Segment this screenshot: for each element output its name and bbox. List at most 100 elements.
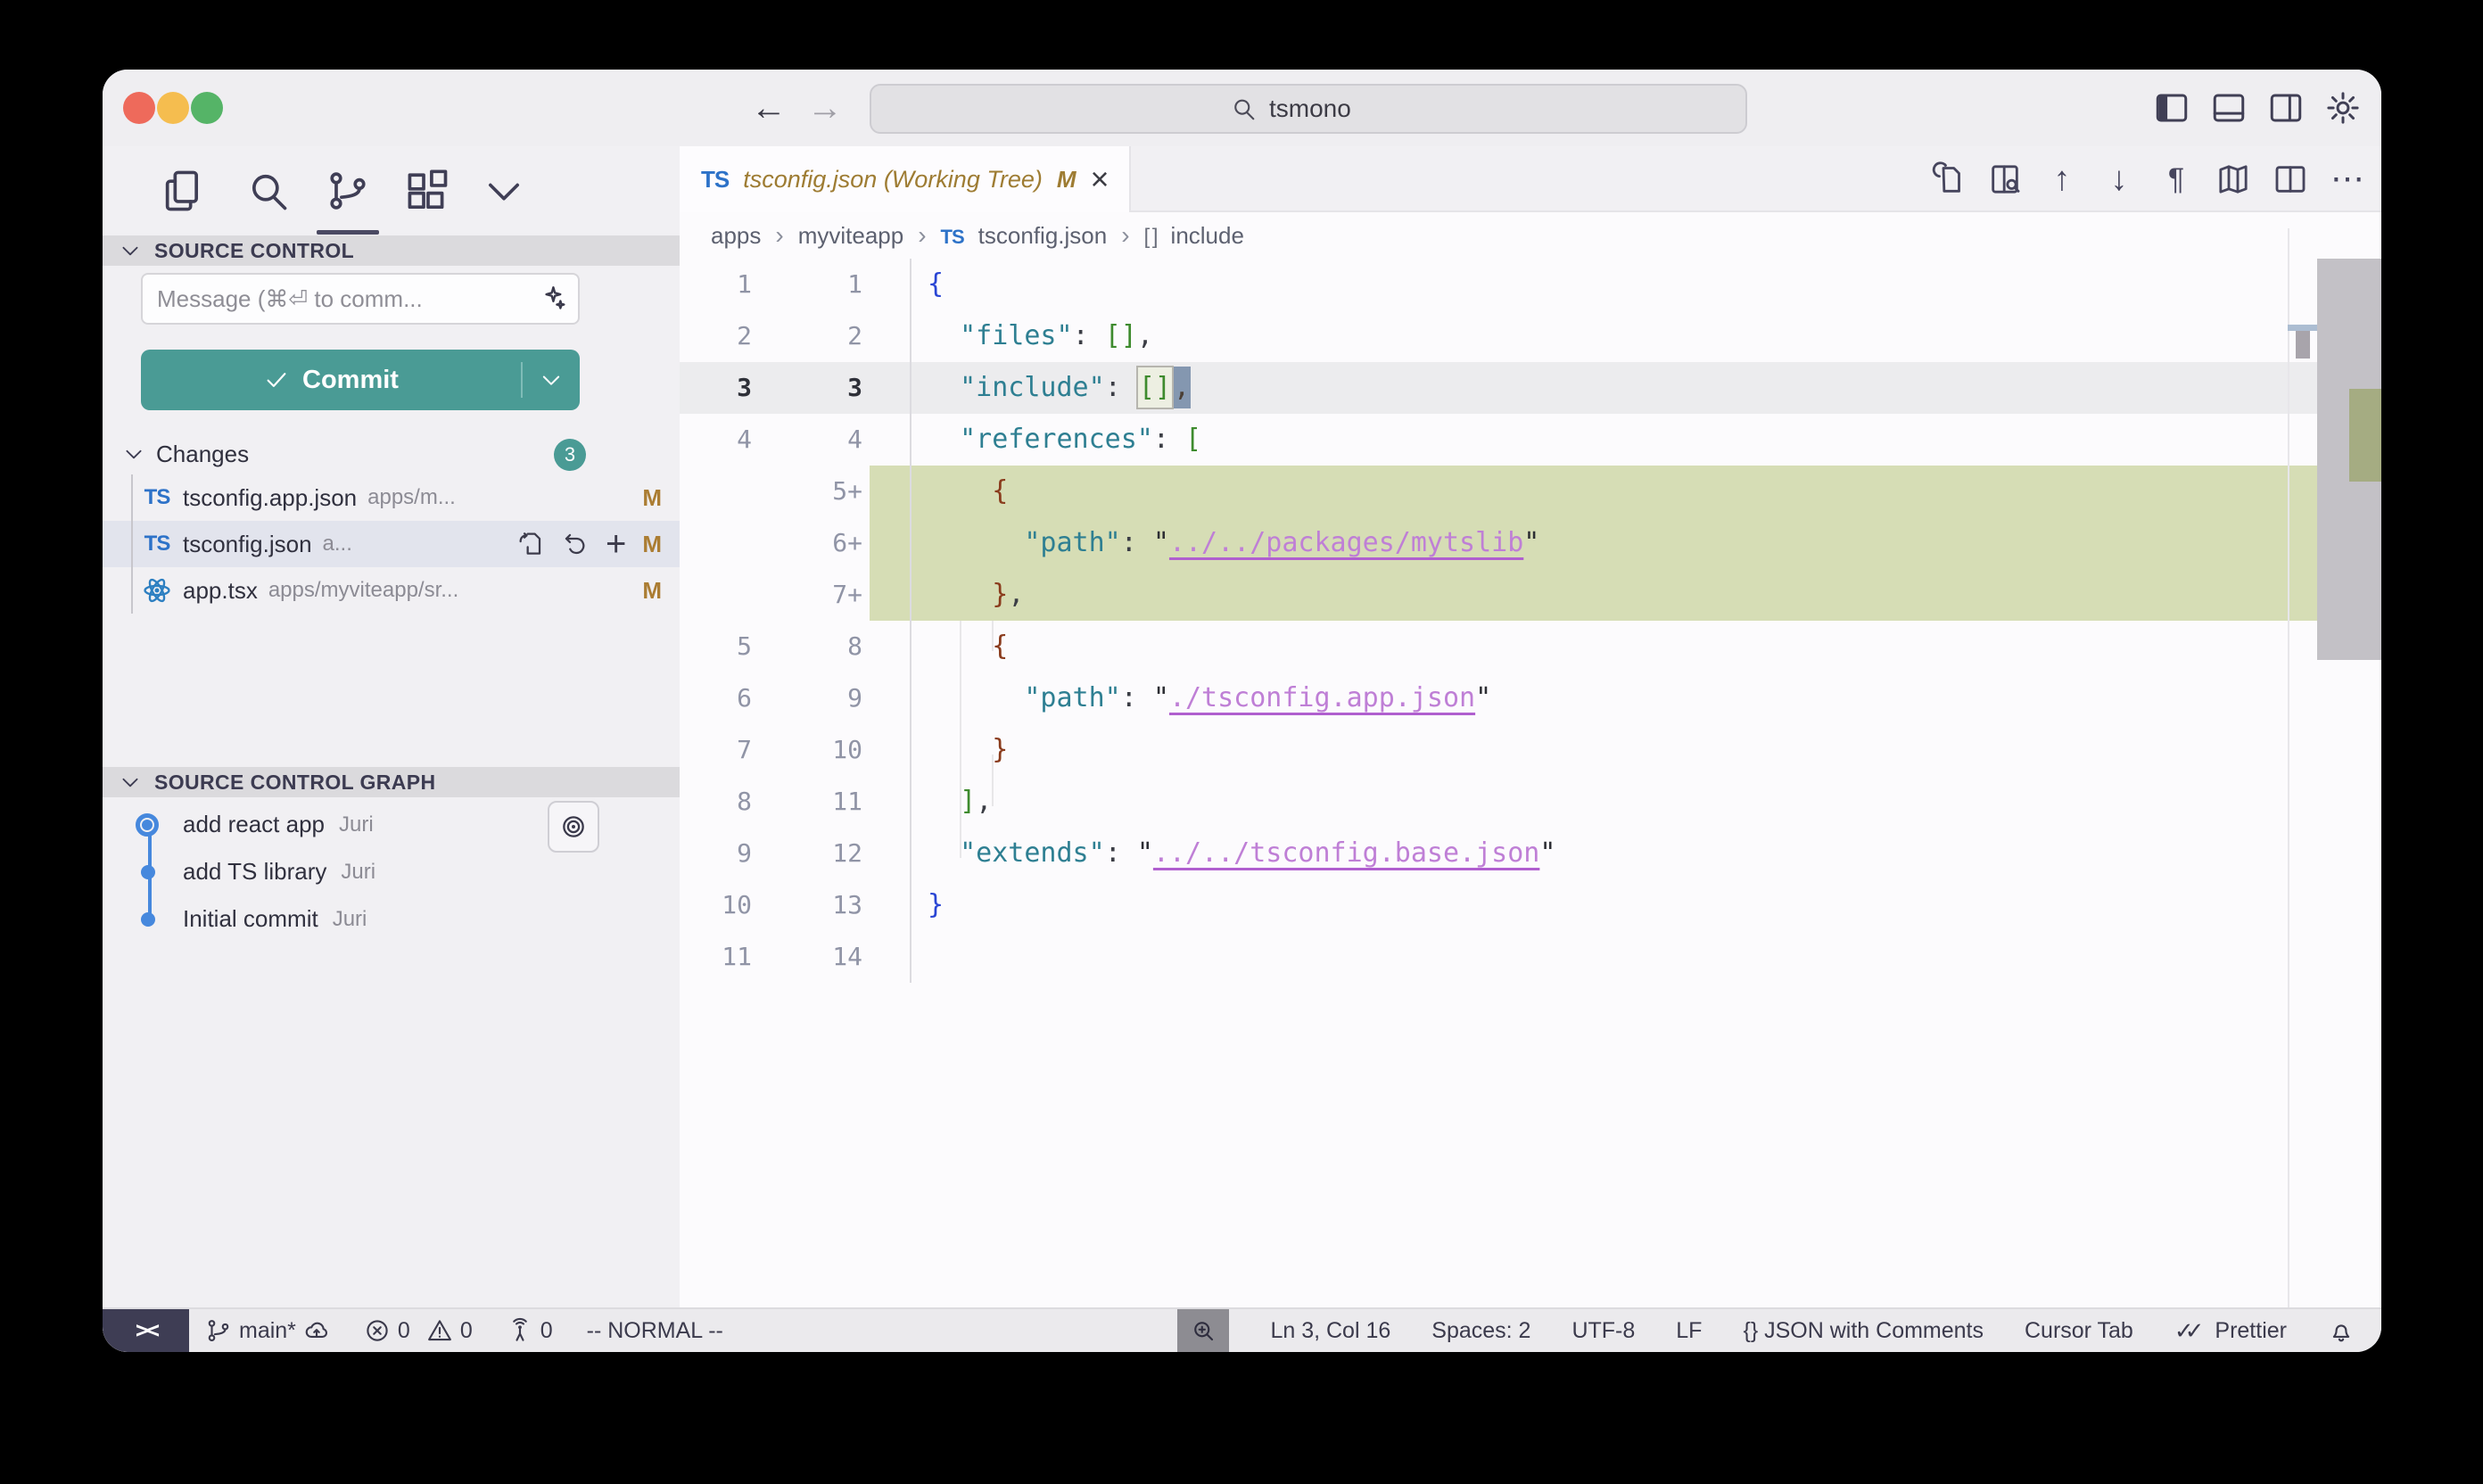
code-line[interactable]: 710 } bbox=[680, 724, 2381, 776]
changed-file-row-tsconfig.app.json[interactable]: TStsconfig.app.jsonapps/m...M bbox=[103, 474, 680, 521]
inline-view-icon[interactable] bbox=[1987, 161, 2023, 197]
commit-dropdown-button[interactable] bbox=[523, 367, 580, 392]
status-item-lf[interactable]: LF bbox=[1676, 1318, 1702, 1344]
status-item-cursor-tab[interactable]: Cursor Tab bbox=[2025, 1318, 2133, 1344]
changes-section-header[interactable]: Changes 3 bbox=[103, 433, 680, 474]
scrollbar-thumb[interactable] bbox=[2317, 259, 2381, 660]
commit-message-box[interactable] bbox=[141, 273, 580, 325]
navigate-forward-button[interactable]: → bbox=[803, 70, 847, 146]
close-icon[interactable]: × bbox=[1091, 163, 1110, 195]
commit-button[interactable]: Commit bbox=[141, 350, 580, 410]
arrow-down-icon[interactable]: ↓ bbox=[2101, 161, 2137, 197]
problems-indicator[interactable]: 0 0 bbox=[364, 1317, 473, 1344]
token: " bbox=[1539, 837, 1555, 869]
layout-panel-icon[interactable] bbox=[2210, 89, 2248, 127]
sparkle-icon[interactable] bbox=[537, 284, 567, 314]
file-link[interactable]: ./tsconfig.app.json bbox=[1169, 682, 1475, 713]
code-line[interactable]: 6+ "path": "../../packages/mytslib" bbox=[680, 517, 2381, 569]
status-item-spaces-2[interactable]: Spaces: 2 bbox=[1431, 1318, 1530, 1344]
activity-bar-item-source-control[interactable] bbox=[325, 168, 371, 214]
code-line[interactable]: 69 "path": "./tsconfig.app.json" bbox=[680, 672, 2381, 724]
minimap-content-block[interactable] bbox=[2296, 331, 2310, 359]
code-text[interactable]: "path": "../../packages/mytslib" bbox=[912, 517, 2381, 569]
code-line[interactable]: 22 "files": [], bbox=[680, 310, 2381, 362]
code-text[interactable]: }, bbox=[912, 569, 2381, 621]
code-text[interactable]: ], bbox=[912, 776, 2381, 828]
branch-indicator[interactable]: main* bbox=[205, 1317, 330, 1344]
source-control-graph-section-header[interactable]: SOURCE CONTROL GRAPH bbox=[103, 767, 680, 797]
status-item-utf-8[interactable]: UTF-8 bbox=[1571, 1318, 1635, 1344]
code-text[interactable]: { bbox=[912, 466, 2381, 517]
file-link[interactable]: ../../packages/mytslib bbox=[1169, 527, 1523, 558]
code-line[interactable]: 11{ bbox=[680, 259, 2381, 310]
gear-icon[interactable] bbox=[2324, 89, 2362, 127]
command-center-search[interactable] bbox=[870, 84, 1747, 134]
code-text[interactable]: } bbox=[912, 724, 2381, 776]
code-text[interactable]: { bbox=[912, 259, 2381, 310]
breadcrumb-item-include[interactable]: include bbox=[1171, 222, 1244, 250]
code-text[interactable]: "path": "./tsconfig.app.json" bbox=[912, 672, 2381, 724]
changed-file-row-app.tsx[interactable]: app.tsxapps/myviteapp/sr...M bbox=[103, 567, 680, 614]
code-text[interactable]: { bbox=[912, 621, 2381, 672]
source-control-section-header[interactable]: SOURCE CONTROL bbox=[103, 235, 680, 266]
zoom-indicator[interactable] bbox=[1177, 1309, 1229, 1352]
open-file-icon[interactable] bbox=[516, 530, 545, 558]
breadcrumb-item-tsconfig.json[interactable]: tsconfig.json bbox=[978, 222, 1108, 250]
code-line[interactable]: 912 "extends": "../../tsconfig.base.json… bbox=[680, 828, 2381, 879]
code-text[interactable]: "references": [ bbox=[912, 414, 2381, 466]
notifications-bell-button[interactable] bbox=[2328, 1317, 2355, 1344]
goto-current-commit-button[interactable] bbox=[548, 801, 599, 853]
open-changes-icon[interactable] bbox=[1930, 161, 1966, 197]
split-editor-icon[interactable] bbox=[2273, 161, 2308, 197]
ports-indicator[interactable]: 0 bbox=[507, 1317, 553, 1344]
commit-message-input[interactable] bbox=[143, 285, 537, 313]
breadcrumb-item-apps[interactable]: apps bbox=[711, 222, 761, 250]
changed-file-row-tsconfig.json[interactable]: TStsconfig.jsona...+M bbox=[103, 521, 680, 567]
code-editor: 11{22 "files": [],33 "include": [],44 "r… bbox=[680, 259, 2381, 1307]
code-text[interactable] bbox=[912, 931, 2381, 983]
stage-icon[interactable]: + bbox=[606, 530, 626, 558]
tab-tsconfig-working-tree[interactable]: TS tsconfig.json (Working Tree) M × bbox=[680, 146, 1131, 212]
file-link[interactable]: ../../tsconfig.base.json bbox=[1153, 837, 1539, 869]
navigate-back-button[interactable]: ← bbox=[747, 70, 791, 146]
code-text[interactable]: "include": [], bbox=[912, 362, 2381, 414]
commit-row[interactable]: add react appJuri bbox=[103, 801, 680, 848]
code-line[interactable]: 1013} bbox=[680, 879, 2381, 931]
code-text[interactable]: "extends": "../../tsconfig.base.json" bbox=[912, 828, 2381, 879]
status-item--json-with-comments[interactable]: {} JSON with Comments bbox=[1743, 1318, 1984, 1344]
line-number-modified: 4 bbox=[763, 414, 870, 466]
code-line[interactable]: 58 { bbox=[680, 621, 2381, 672]
commit-row[interactable]: add TS libraryJuri bbox=[103, 848, 680, 895]
activity-bar-item-files[interactable] bbox=[160, 168, 206, 214]
code-line[interactable]: 811 ], bbox=[680, 776, 2381, 828]
pilcrow-icon[interactable]: ¶ bbox=[2158, 161, 2194, 197]
layout-sidebar-left-icon[interactable] bbox=[2153, 89, 2190, 127]
search-input[interactable] bbox=[1267, 94, 1387, 124]
remote-indicator[interactable]: >< bbox=[103, 1309, 189, 1352]
status-item-ln-3-col-16[interactable]: Ln 3, Col 16 bbox=[1270, 1318, 1390, 1344]
commit-row[interactable]: Initial commitJuri bbox=[103, 895, 680, 943]
minimize-window-button[interactable] bbox=[157, 92, 189, 124]
arrow-up-icon[interactable]: ↑ bbox=[2044, 161, 2080, 197]
layout-sidebar-right-icon[interactable] bbox=[2267, 89, 2305, 127]
code-line[interactable]: 7+ }, bbox=[680, 569, 2381, 621]
gutter-spacer bbox=[870, 569, 912, 621]
code-line[interactable]: 44 "references": [ bbox=[680, 414, 2381, 466]
token bbox=[928, 579, 992, 610]
zoom-window-button[interactable] bbox=[191, 92, 223, 124]
activity-bar-item-search[interactable] bbox=[244, 168, 291, 214]
code-line[interactable]: 1114 bbox=[680, 931, 2381, 983]
activity-bar-item-extensions[interactable] bbox=[405, 168, 451, 214]
discard-icon[interactable] bbox=[561, 530, 590, 558]
map-icon[interactable] bbox=[2215, 161, 2251, 197]
code-text[interactable]: "files": [], bbox=[912, 310, 2381, 362]
cloud-upload-icon[interactable] bbox=[303, 1317, 330, 1344]
breadcrumb-item-myviteapp[interactable]: myviteapp bbox=[798, 222, 904, 250]
ellipsis-icon[interactable]: ⋯ bbox=[2330, 161, 2365, 197]
code-text[interactable]: } bbox=[912, 879, 2381, 931]
activity-bar-item-chevron-down[interactable] bbox=[481, 168, 527, 214]
code-line[interactable]: 5+ { bbox=[680, 466, 2381, 517]
close-window-button[interactable] bbox=[123, 92, 155, 124]
status-item-prettier[interactable]: ✓✓Prettier bbox=[2174, 1317, 2287, 1345]
code-line[interactable]: 33 "include": [], bbox=[680, 362, 2381, 414]
